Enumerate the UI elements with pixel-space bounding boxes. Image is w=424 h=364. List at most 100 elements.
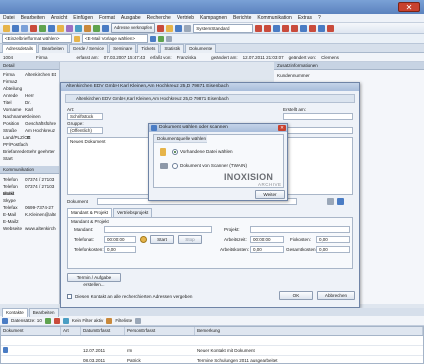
fixkosten-input[interactable]: 0,00	[316, 236, 350, 243]
stop-icon[interactable]	[157, 24, 165, 32]
assign-all-checkbox[interactable]	[67, 294, 72, 299]
menu-help[interactable]: ?	[318, 15, 321, 21]
settings-icon[interactable]	[135, 317, 142, 324]
table-row[interactable]: 12.07.2011 rm Neuer Kontakt mit Dokument	[1, 346, 423, 356]
menu-kommunikation[interactable]: Kommunikation	[257, 15, 291, 21]
phone-icon[interactable]	[48, 24, 55, 32]
delete-icon[interactable]	[30, 24, 37, 32]
print-icon[interactable]	[21, 24, 28, 32]
created-at-input[interactable]	[283, 113, 353, 120]
user-icon[interactable]	[300, 24, 308, 32]
close-button[interactable]: ✕	[398, 2, 420, 12]
calendar-icon[interactable]	[66, 24, 73, 32]
new-icon[interactable]	[39, 24, 46, 32]
column-art[interactable]: Art	[61, 327, 81, 335]
filter-list[interactable]: Filteliste	[115, 317, 132, 324]
user-icon[interactable]	[273, 24, 281, 32]
menu-format[interactable]: Format	[99, 15, 115, 21]
menu-recherche[interactable]: Recherche	[147, 15, 171, 21]
tab-dokumente[interactable]: Dokumente	[185, 43, 217, 53]
letter-template-select[interactable]: <Einzelbriefformat wählen>	[2, 34, 72, 43]
dialog-close-icon[interactable]: ✕	[278, 125, 286, 131]
link-icon[interactable]	[93, 24, 100, 32]
menu-einfuegen[interactable]: Einfügen	[73, 15, 93, 21]
table-row[interactable]	[1, 336, 423, 346]
tab-geraete-service[interactable]: Gerde / Service	[68, 43, 109, 53]
email-template-select[interactable]: <E-Mail Vorlage wählen>	[82, 34, 148, 43]
tab-seminare[interactable]: Seminare	[109, 43, 137, 53]
settings-icon[interactable]	[184, 24, 192, 32]
tab-vertriebsprojekt[interactable]: Vertriebsprojekt	[113, 208, 153, 217]
tab-bearbeiten[interactable]: Bearbeiten	[38, 43, 68, 53]
menu-berichte[interactable]: Berichte	[233, 15, 251, 21]
time-input[interactable]	[283, 127, 353, 134]
filter-icon[interactable]	[106, 317, 113, 324]
add-icon[interactable]	[44, 317, 51, 324]
gesamtkosten-input[interactable]: 0,00	[316, 246, 350, 253]
tab-kontakte[interactable]: Kontakte	[2, 307, 28, 317]
search-icon[interactable]	[62, 317, 69, 324]
send-icon[interactable]	[158, 35, 164, 42]
delete-icon[interactable]	[53, 317, 60, 324]
tab-adressdetails[interactable]: Adressdetails	[2, 43, 38, 53]
gruppe-select[interactable]: (Offentlich)	[67, 127, 103, 134]
menu-vertrieb[interactable]: Vertrieb	[177, 15, 194, 21]
dropdown-icon[interactable]	[166, 35, 172, 42]
mail-icon[interactable]	[57, 24, 64, 32]
edit-icon[interactable]	[150, 35, 156, 42]
column-datum[interactable]: DatumErfasst	[81, 327, 125, 335]
field-firma2: Firma2	[3, 79, 18, 84]
folder-icon[interactable]	[3, 24, 10, 32]
radio-scanner[interactable]	[172, 163, 178, 169]
menu-datei[interactable]: Datei	[3, 15, 15, 21]
stop-button[interactable]: Stop	[178, 235, 202, 244]
column-dokument[interactable]: Dokument	[1, 327, 61, 335]
arbeitskosten-input[interactable]: 0,00	[250, 246, 284, 253]
filter-icon[interactable]	[84, 24, 91, 32]
clock-icon	[140, 236, 147, 243]
ok-button[interactable]: OK	[279, 291, 313, 300]
red-flag-icon[interactable]	[264, 24, 272, 32]
create-task-button[interactable]: Termin / Aufgabe erstellen...	[67, 273, 121, 287]
red-flag-icon[interactable]	[309, 24, 317, 32]
arbeitszeit-input[interactable]: 00:00:00	[250, 236, 284, 243]
menu-extras[interactable]: Extras	[298, 15, 312, 21]
address-link-button[interactable]: Adresse verknüpfen	[111, 23, 156, 33]
telefonkosten-input[interactable]: 0,00	[104, 246, 136, 253]
dialog-title: Altenkirchen EDV GmbH Karl Kleinen,Am Ho…	[61, 83, 359, 91]
mail-icon[interactable]	[74, 35, 80, 42]
red-flag-icon[interactable]	[327, 24, 335, 32]
tab-contacts-bearbeiten[interactable]: Bearbeiten	[28, 307, 59, 317]
next-button[interactable]: Weiter	[255, 190, 285, 199]
column-person[interactable]: PersonErfasst	[125, 327, 195, 335]
red-flag-icon[interactable]	[255, 24, 263, 32]
search-icon[interactable]	[75, 24, 82, 32]
telefonat-time-input[interactable]: 00:00:00	[104, 236, 136, 243]
grid-icon[interactable]	[175, 24, 183, 32]
start-button[interactable]: Start	[150, 235, 174, 244]
mandant-select[interactable]	[104, 226, 212, 233]
star-icon[interactable]	[166, 24, 174, 32]
cancel-button[interactable]: Abbrechen	[317, 291, 355, 300]
table-row[interactable]: 08.03.2011 Patrick Termine Schulungen 20…	[1, 356, 423, 363]
user-icon[interactable]	[318, 24, 326, 32]
menu-ausgabe[interactable]: Ausgabe	[121, 15, 141, 21]
tab-mandant-projekt[interactable]: Mandant & Projekt	[67, 208, 113, 217]
tab-statistik[interactable]: Statistik	[160, 43, 185, 53]
system-select[interactable]: SystemStandard	[193, 23, 254, 33]
contacts-table: Dokument Art DatumErfasst PersonErfasst …	[0, 326, 424, 364]
art-select[interactable]: Schriftstück	[67, 113, 103, 120]
projekt-select[interactable]	[250, 226, 350, 233]
radio-existing-file[interactable]	[172, 149, 178, 155]
save-icon[interactable]	[12, 24, 19, 32]
attach-icon[interactable]	[337, 198, 344, 205]
refresh-icon[interactable]	[102, 24, 109, 32]
menu-kampagnen[interactable]: Kampagnen	[200, 15, 227, 21]
red-flag-icon[interactable]	[291, 24, 299, 32]
tab-tickets[interactable]: Tickets	[137, 43, 160, 53]
menu-bearbeiten[interactable]: Bearbeiten	[21, 15, 45, 21]
scan-icon[interactable]	[327, 198, 334, 205]
red-flag-icon[interactable]	[282, 24, 290, 32]
menu-ansicht[interactable]: Ansicht	[51, 15, 67, 21]
column-bemerkung[interactable]: Bemerkung	[195, 327, 423, 335]
